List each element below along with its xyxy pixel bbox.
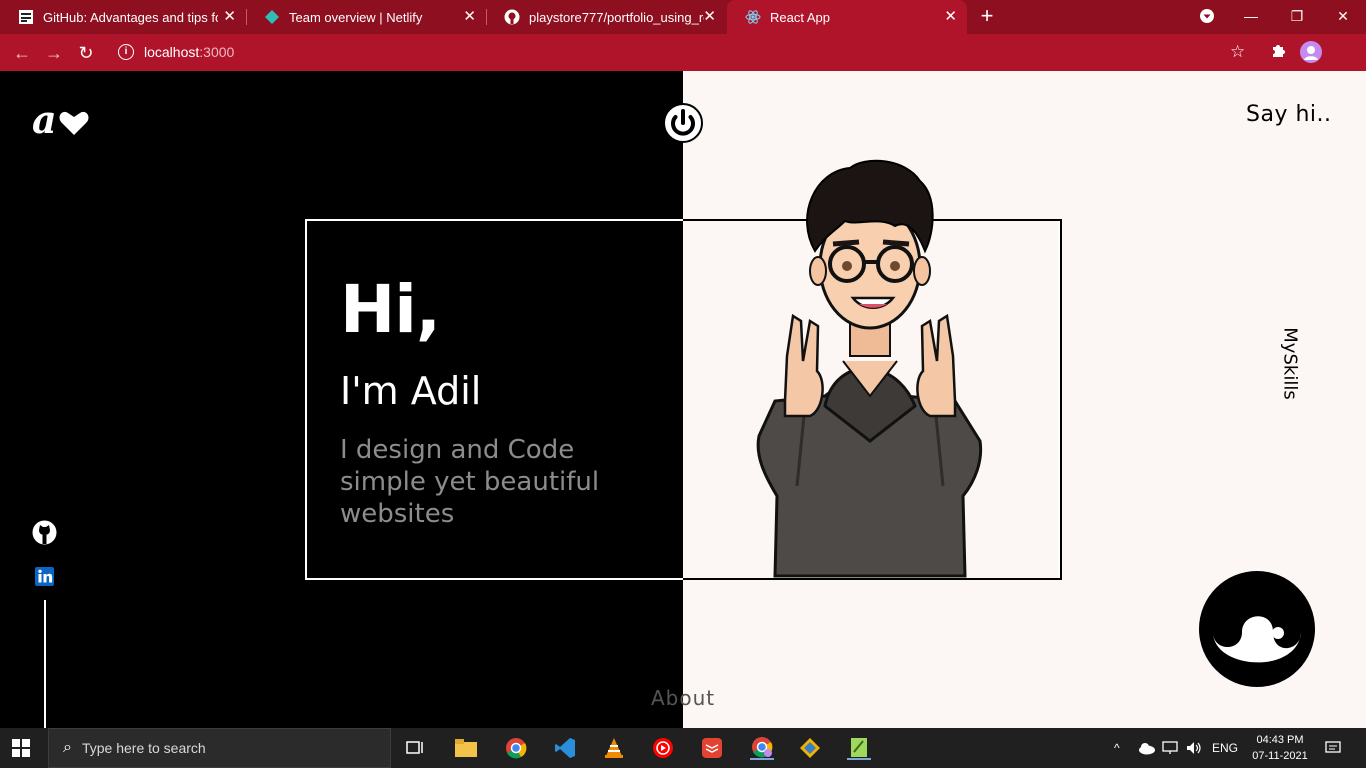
- sourcetree-icon[interactable]: [798, 736, 822, 760]
- site-logo[interactable]: a: [32, 97, 92, 146]
- todoist-icon[interactable]: [700, 736, 724, 760]
- github-icon: [32, 520, 57, 545]
- notepad-plus-plus-icon[interactable]: [847, 736, 871, 760]
- vscode-icon[interactable]: [553, 736, 577, 760]
- extensions-icon[interactable]: [1270, 42, 1287, 64]
- react-favicon-icon: [745, 9, 761, 25]
- chrome-profile-icon[interactable]: [750, 736, 774, 760]
- say-hi-link[interactable]: Say hi..: [1246, 102, 1332, 127]
- tab-react-app[interactable]: React App ✕: [727, 0, 967, 34]
- tab-title: GitHub: Advantages and tips for a: [43, 9, 218, 25]
- clock-time: 04:43 PM: [1256, 734, 1304, 746]
- onedrive-icon[interactable]: [1138, 728, 1156, 768]
- close-tab-icon[interactable]: ✕: [944, 9, 957, 24]
- url-host: localhost: [144, 44, 200, 60]
- netlify-favicon-icon: [264, 9, 280, 25]
- social-divider-line: [44, 600, 46, 728]
- start-button[interactable]: [12, 739, 30, 762]
- linkedin-icon: [35, 567, 54, 586]
- volume-icon[interactable]: [1186, 728, 1202, 768]
- about-link[interactable]: About: [651, 686, 715, 710]
- portfolio-page: a Say hi.. MySkills Hi, I'm Adil I desig…: [0, 71, 1366, 728]
- forward-button[interactable]: →: [42, 41, 66, 65]
- tab-title: Team overview | Netlify: [289, 9, 423, 25]
- bookmark-star-icon[interactable]: ☆: [1230, 42, 1245, 62]
- close-tab-icon[interactable]: ✕: [703, 9, 716, 24]
- new-tab-button[interactable]: +: [976, 5, 998, 27]
- chevron-down-icon: [1200, 9, 1214, 23]
- vlc-icon[interactable]: [602, 736, 626, 760]
- greeting-heading: Hi,: [340, 271, 441, 348]
- tab-title: playstore777/portfolio_using_rea: [529, 9, 704, 25]
- file-explorer-icon[interactable]: [454, 736, 478, 760]
- back-button[interactable]: ←: [10, 41, 34, 65]
- theme-power-button[interactable]: [663, 103, 703, 143]
- notifications-button[interactable]: [1325, 728, 1341, 768]
- news-favicon-icon: [18, 9, 34, 25]
- reload-button[interactable]: ↻: [74, 41, 98, 65]
- yin-yang-toggle[interactable]: [1198, 570, 1316, 693]
- tab-github-advantages[interactable]: GitHub: Advantages and tips for a ✕: [0, 0, 246, 34]
- network-icon[interactable]: [1162, 728, 1178, 768]
- address-bar[interactable]: i localhost:3000: [108, 37, 1258, 67]
- browser-tab-strip: GitHub: Advantages and tips for a ✕ Team…: [0, 0, 1366, 34]
- task-view-icon[interactable]: [404, 736, 428, 760]
- profile-avatar[interactable]: [1300, 41, 1322, 63]
- chrome-icon[interactable]: [504, 736, 528, 760]
- about-label: About: [651, 686, 716, 710]
- close-tab-icon[interactable]: ✕: [463, 9, 476, 24]
- my-skills-link[interactable]: MySkills: [1280, 324, 1301, 404]
- logo-letter: a: [32, 101, 57, 141]
- search-icon: ⌕: [63, 739, 72, 756]
- heart-icon: [59, 111, 89, 135]
- linkedin-link[interactable]: [35, 567, 54, 591]
- avatar-illustration: [755, 156, 985, 580]
- tab-title: React App: [770, 9, 830, 25]
- minimize-button[interactable]: —: [1228, 0, 1274, 32]
- github-link[interactable]: [32, 520, 57, 550]
- close-tab-icon[interactable]: ✕: [223, 9, 236, 24]
- tab-netlify[interactable]: Team overview | Netlify ✕: [246, 0, 486, 34]
- language-indicator[interactable]: ENG: [1212, 728, 1238, 768]
- site-info-icon[interactable]: i: [118, 44, 134, 60]
- tagline: I design and Code simple yet beautiful w…: [340, 435, 600, 529]
- taskbar-search-box[interactable]: ⌕ Type here to search: [48, 728, 391, 768]
- windows-logo-icon: [12, 739, 30, 757]
- name-heading: I'm Adil: [340, 369, 482, 413]
- show-hidden-icons-button[interactable]: ^: [1114, 728, 1120, 768]
- tab-search-button[interactable]: [1184, 0, 1230, 32]
- github-favicon-icon: [504, 9, 520, 25]
- taskbar-clock[interactable]: 04:43 PM 07-11-2021: [1246, 732, 1314, 764]
- windows-taskbar: ⌕ Type here to search ^ ENG 04:43 PM 07-…: [0, 728, 1366, 768]
- restore-button[interactable]: ❐: [1274, 0, 1320, 32]
- yin-yang-icon: [1199, 571, 1315, 687]
- browser-toolbar: ← → ↻ i localhost:3000 ☆: [0, 34, 1366, 71]
- power-icon: [663, 103, 703, 143]
- url-port: :3000: [199, 44, 235, 60]
- tab-github-repo[interactable]: playstore777/portfolio_using_rea ✕: [486, 0, 726, 34]
- taskbar-search-placeholder: Type here to search: [81, 740, 206, 756]
- youtube-music-icon[interactable]: [651, 736, 675, 760]
- close-window-button[interactable]: ✕: [1320, 0, 1366, 32]
- notifications-icon: [1325, 741, 1341, 753]
- clock-date: 07-11-2021: [1252, 750, 1308, 762]
